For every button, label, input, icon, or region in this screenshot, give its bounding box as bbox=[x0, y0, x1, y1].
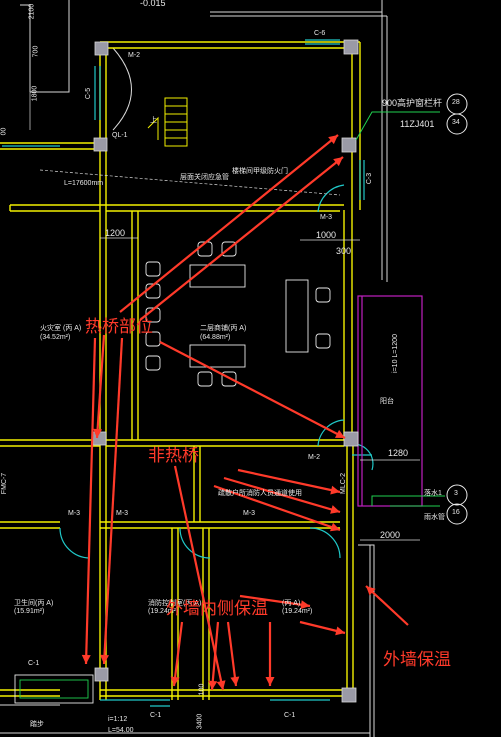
pipe-label: 雨水管 bbox=[424, 514, 445, 521]
room-bl-area: (15.91m²) bbox=[14, 608, 45, 615]
door-m3-c: M-3 bbox=[243, 510, 256, 517]
top-elevation: -0.015 bbox=[140, 0, 166, 8]
arrow-non-bridge-a-head bbox=[330, 485, 340, 495]
legend-text: 踏步 bbox=[30, 721, 44, 728]
balcony-label: 阳台 bbox=[380, 398, 394, 405]
arrow-bridge-right-col bbox=[159, 341, 346, 439]
fire-note: 层面关闭应急管 bbox=[180, 174, 229, 181]
dim-2100: 2100 bbox=[28, 3, 36, 20]
arrow-inner-a-head bbox=[216, 680, 226, 690]
window-c3-label: C-3 bbox=[366, 172, 374, 185]
ramp-slope: i=1:12 bbox=[108, 716, 128, 723]
dim-300: 300 bbox=[336, 246, 352, 256]
door-m3-a: M-3 bbox=[68, 510, 81, 517]
window-c1-left: C-1 bbox=[28, 660, 40, 667]
distance-label: L=17600mm bbox=[64, 180, 104, 187]
stair-curve bbox=[112, 47, 132, 131]
dim-1280: 1280 bbox=[388, 448, 409, 458]
detail-34: 34 bbox=[452, 119, 460, 126]
standard-ref: 11ZJ401 bbox=[400, 119, 435, 129]
room-br-name: (丙 A) bbox=[282, 600, 301, 607]
exterior-insulation-lines bbox=[0, 0, 388, 737]
arrow-bridge-bottom-col-a bbox=[84, 337, 97, 665]
detail-markers bbox=[446, 93, 468, 525]
detail-16: 16 bbox=[452, 509, 460, 516]
furniture bbox=[145, 241, 331, 387]
room-center-name: 二层商铺(丙 A) bbox=[200, 325, 247, 332]
window-c1-right: C-1 bbox=[284, 712, 296, 719]
dim-1800: 1800 bbox=[31, 85, 39, 102]
door-m3-right: M-3 bbox=[320, 214, 333, 221]
ramp-length: L=54.00 bbox=[108, 727, 134, 734]
arrow-inner-c bbox=[210, 621, 220, 691]
door-m2-top-label: M-2 bbox=[128, 52, 141, 59]
arrow-bridge-bottom-col-b-head bbox=[100, 654, 109, 664]
arrow-inner-e-head bbox=[265, 677, 275, 686]
outer-insulation-label: 外墙保温 bbox=[383, 650, 451, 669]
arrow-inner-d bbox=[226, 621, 238, 687]
arrow-non-bridge-c-head bbox=[330, 522, 340, 532]
dim-00: 00 bbox=[0, 127, 8, 136]
arrow-bridge-top-col bbox=[119, 134, 339, 313]
room-br-area: (19.24m²) bbox=[282, 608, 313, 615]
balcony-slope: i=10 L=1200 bbox=[391, 334, 399, 373]
dim-100: 100 bbox=[198, 683, 206, 696]
drain-label: 落水1 bbox=[424, 490, 442, 497]
door-m2-lower: M-2 bbox=[308, 454, 321, 461]
dim-1200: 1200 bbox=[105, 228, 126, 238]
stair-up-label: 上 bbox=[150, 117, 157, 124]
dim-1000: 1000 bbox=[316, 230, 337, 240]
non-thermal-bridge-label: 非热桥 bbox=[148, 446, 199, 465]
room-left-name: 火灾室 (丙 A) bbox=[40, 325, 82, 332]
floor-plan bbox=[0, 0, 468, 737]
arrow-bridge-door bbox=[139, 156, 344, 321]
thermal-bridge-label: 热桥部位 bbox=[85, 317, 153, 336]
room-center-area: (64.88m²) bbox=[200, 334, 231, 341]
ql-label: QL-1 bbox=[112, 132, 128, 139]
railing-note: 900高护窗栏杆 bbox=[382, 98, 443, 108]
detail-28: 28 bbox=[452, 99, 460, 106]
fmc-label: FMC-7 bbox=[1, 472, 9, 495]
arrow-inner-f-head bbox=[335, 626, 345, 636]
leader-lines bbox=[355, 111, 445, 507]
room-bl-name: 卫生间(丙 A) bbox=[14, 600, 54, 607]
window-c1-mid: C-1 bbox=[150, 712, 162, 719]
window-c6-label: C-6 bbox=[314, 30, 326, 37]
dim-700: 700 bbox=[32, 45, 40, 58]
detail-3: 3 bbox=[454, 490, 458, 497]
dim-2000: 2000 bbox=[380, 530, 401, 540]
refuge-note: 疏散户所消防人员通道使用 bbox=[218, 490, 302, 497]
door-m3-b: M-3 bbox=[116, 510, 129, 517]
inner-insulation-label: 外墙内侧保温 bbox=[166, 599, 268, 618]
room-left-area: (34.52m²) bbox=[40, 334, 71, 341]
dim-3400: 3400 bbox=[196, 713, 204, 730]
arrow-bridge-bottom-col-a-head bbox=[81, 654, 91, 664]
window-c5-label: C-5 bbox=[85, 87, 93, 100]
legend-box bbox=[14, 674, 94, 704]
door-mlc2: MLC-2 bbox=[340, 472, 348, 495]
fire-door-note: 楼梯间甲级防火门 bbox=[232, 168, 288, 175]
